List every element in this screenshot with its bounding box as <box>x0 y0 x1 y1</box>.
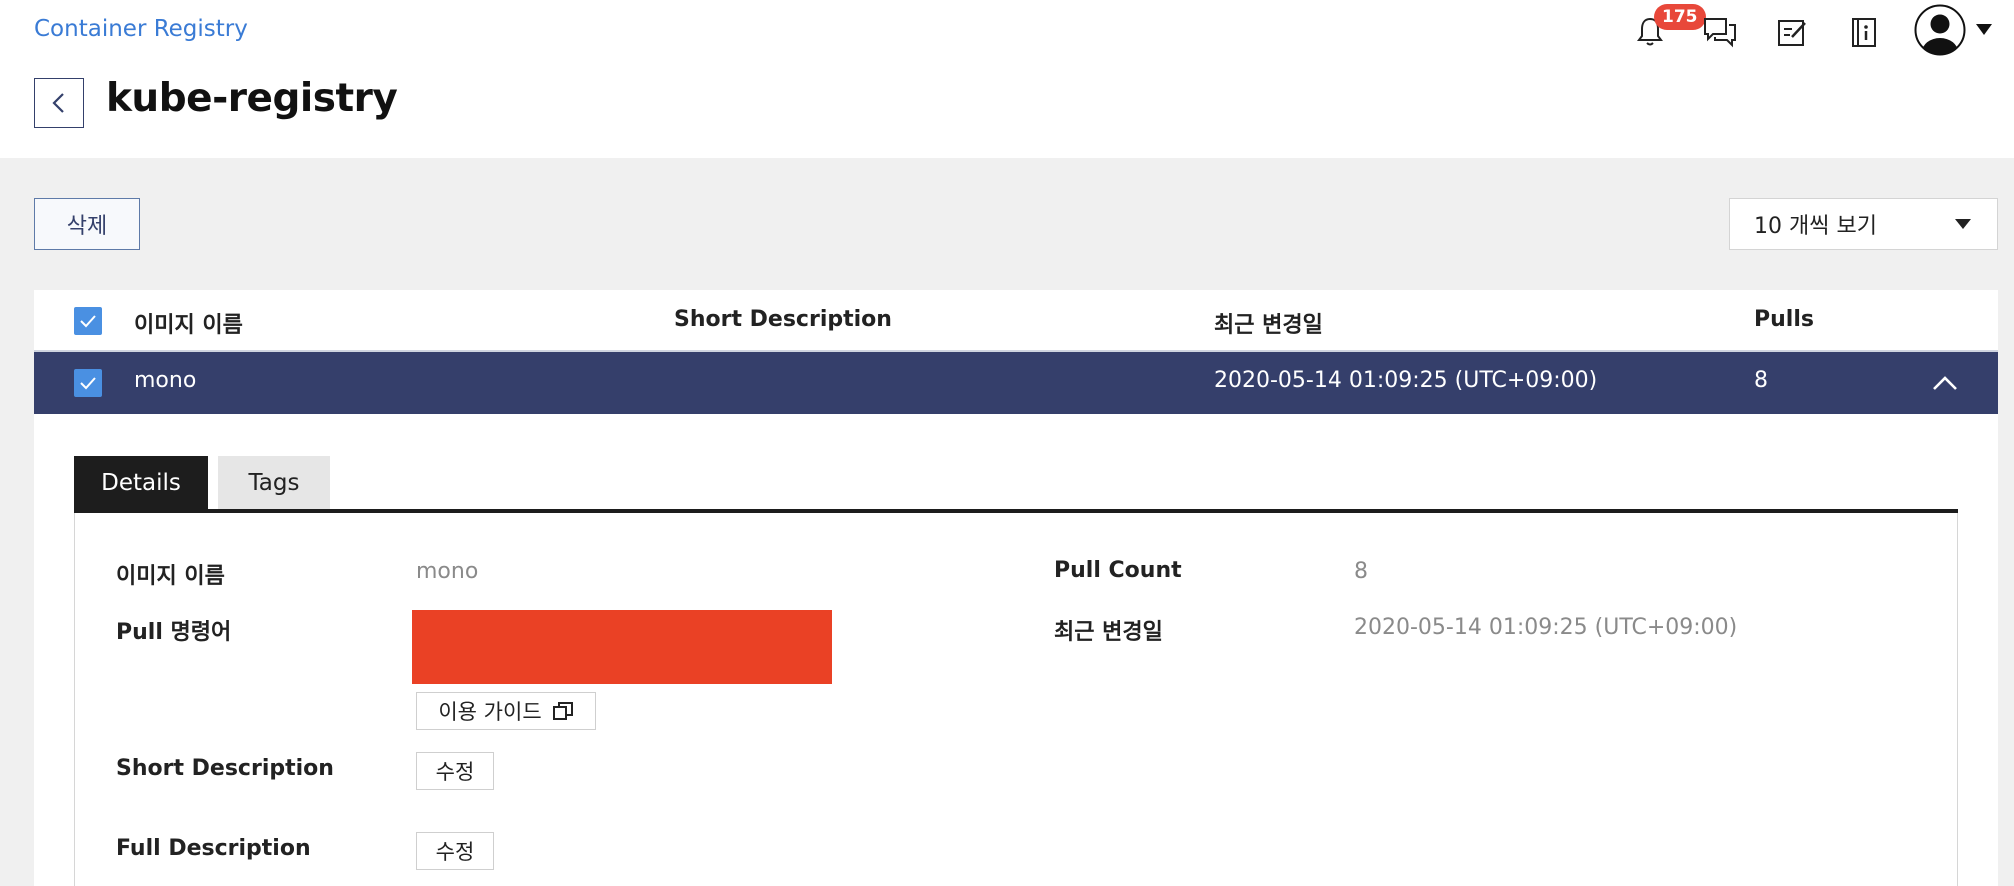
edit-short-description-button[interactable]: 수정 <box>416 752 494 790</box>
column-header-pulls[interactable]: Pulls <box>1754 307 1814 332</box>
tab-tags[interactable]: Tags <box>218 456 330 510</box>
row-pulls: 8 <box>1754 368 1768 393</box>
notification-count-badge: 175 <box>1654 4 1706 30</box>
table-row[interactable]: mono 2020-05-14 01:09:25 (UTC+09:00) 8 <box>34 352 1998 414</box>
edit-note-button[interactable] <box>1772 12 1812 52</box>
back-arrow-icon <box>52 93 64 113</box>
info-book-icon <box>1852 18 1876 47</box>
updated-label: 최근 변경일 <box>1054 620 1163 645</box>
page-title: kube-registry <box>106 76 398 121</box>
updated-value: 2020-05-14 01:09:25 (UTC+09:00) <box>1354 615 1738 640</box>
row-image-name: mono <box>134 368 197 393</box>
select-all-checkbox[interactable] <box>74 307 102 335</box>
row-updated: 2020-05-14 01:09:25 (UTC+09:00) <box>1214 368 1598 393</box>
usage-guide-label: 이용 가이드 <box>438 700 542 724</box>
detail-panel: Details Tags <box>34 414 1998 886</box>
tab-details[interactable]: Details <box>74 456 208 510</box>
chevron-down-icon <box>1955 219 1971 229</box>
pull-command-label: Pull 명령어 <box>116 620 232 645</box>
chat-icon <box>1704 18 1736 48</box>
user-avatar[interactable] <box>1914 4 1966 56</box>
user-avatar-icon <box>1914 4 1966 56</box>
checkmark-icon <box>80 377 96 390</box>
chevron-up-icon <box>1933 376 1957 390</box>
user-menu-caret[interactable] <box>1976 24 1992 35</box>
back-button[interactable] <box>34 78 84 128</box>
column-header-short-description[interactable]: Short Description <box>674 307 892 332</box>
external-window-icon <box>552 702 573 720</box>
image-name-label: 이미지 이름 <box>116 564 225 589</box>
page-size-select[interactable]: 10 개씩 보기 <box>1729 198 1998 250</box>
column-header-updated[interactable]: 최근 변경일 <box>1214 307 1323 339</box>
usage-guide-button[interactable]: 이용 가이드 <box>416 692 596 730</box>
pull-command-redacted <box>412 610 832 684</box>
checkmark-icon <box>80 315 96 328</box>
edit-note-icon <box>1778 20 1806 46</box>
edit-full-description-button[interactable]: 수정 <box>416 832 494 870</box>
messages-button[interactable] <box>1700 12 1740 52</box>
top-bar: Container Registry kube-registry 175 <box>0 0 2014 158</box>
info-guide-button[interactable] <box>1844 12 1884 52</box>
pull-count-label: Pull Count <box>1054 558 1182 583</box>
full-description-label: Full Description <box>116 836 311 861</box>
short-description-label: Short Description <box>116 756 334 781</box>
delete-button[interactable]: 삭제 <box>34 198 140 250</box>
image-name-value: mono <box>416 559 479 584</box>
row-checkbox[interactable] <box>74 369 102 397</box>
details-content <box>74 513 1958 886</box>
collapse-row-button[interactable] <box>1930 370 1960 396</box>
column-header-image-name[interactable]: 이미지 이름 <box>134 307 243 339</box>
page-size-label: 10 개씩 보기 <box>1754 214 1877 239</box>
breadcrumb-container-registry[interactable]: Container Registry <box>34 16 248 42</box>
table-header: 이미지 이름 Short Description 최근 변경일 Pulls <box>34 290 1998 352</box>
pull-count-value: 8 <box>1354 559 1368 584</box>
